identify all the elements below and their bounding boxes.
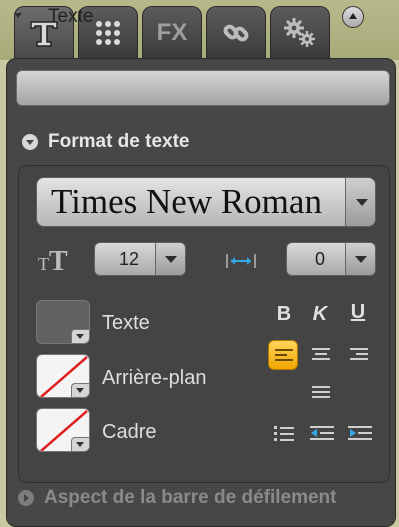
bullet-list-button[interactable] [274,424,296,442]
border-color-swatch[interactable] [36,408,90,452]
tab-link[interactable] [206,6,266,58]
chevron-down-icon [71,383,89,397]
outdent-button[interactable] [310,424,334,442]
font-size-arrow-icon[interactable] [155,243,185,275]
section-collapsed-icon[interactable] [18,490,34,506]
section-title-scrollbar[interactable]: Aspect de la barre de défilement [44,487,337,509]
underline-button[interactable]: U [344,301,372,324]
font-size-icon: TT [38,246,68,278]
text-header-bar[interactable] [16,70,390,106]
letter-spacing-arrow-icon[interactable] [345,243,375,275]
font-family-dropdown[interactable]: Times New Roman [36,177,376,227]
indent-icon [348,426,372,440]
grid-dots-icon [96,20,120,45]
header-title: Texte [48,6,94,27]
italic-button[interactable]: K [306,303,334,326]
gears-icon [284,17,315,47]
bullet-list-icon [274,426,294,441]
align-center-button[interactable] [306,340,336,370]
bold-button[interactable]: B [270,303,298,326]
tab-settings[interactable] [270,6,330,58]
outdent-icon [310,426,334,440]
letter-spacing-dropdown[interactable]: 0 [286,242,376,276]
font-size-large-t: T [49,246,68,277]
align-left-icon [275,349,293,364]
text-color-swatch[interactable] [36,300,90,344]
font-size-dropdown[interactable]: 12 [94,242,186,276]
background-color-label: Arrière-plan [102,367,207,389]
fx-icon: FX [156,18,188,46]
section-title-text-format[interactable]: Format de texte [48,131,189,153]
font-size-small-t: T [38,254,49,274]
chevron-down-icon [71,437,89,451]
align-left-button[interactable] [268,340,298,370]
collapse-up-icon[interactable] [342,6,364,28]
text-color-label: Texte [102,312,150,334]
align-justify-icon [312,386,330,401]
font-size-value: 12 [119,249,140,269]
align-center-icon [312,348,330,363]
indent-button[interactable] [348,424,372,442]
border-color-label: Cadre [102,421,157,443]
chevron-down-icon [71,329,89,343]
align-right-button[interactable] [344,340,374,370]
tab-fx[interactable]: FX [142,6,202,58]
letter-spacing-value: 0 [315,249,326,269]
align-right-icon [350,348,368,363]
background-color-swatch[interactable] [36,354,90,398]
font-family-value: Times New Roman [51,182,322,221]
chain-link-icon [223,24,249,41]
align-justify-button[interactable] [306,378,336,408]
letter-spacing-icon [224,254,258,268]
section-expanded-icon[interactable] [22,134,38,150]
chevron-down-icon [14,13,22,18]
font-dropdown-arrow-icon[interactable] [345,178,375,226]
